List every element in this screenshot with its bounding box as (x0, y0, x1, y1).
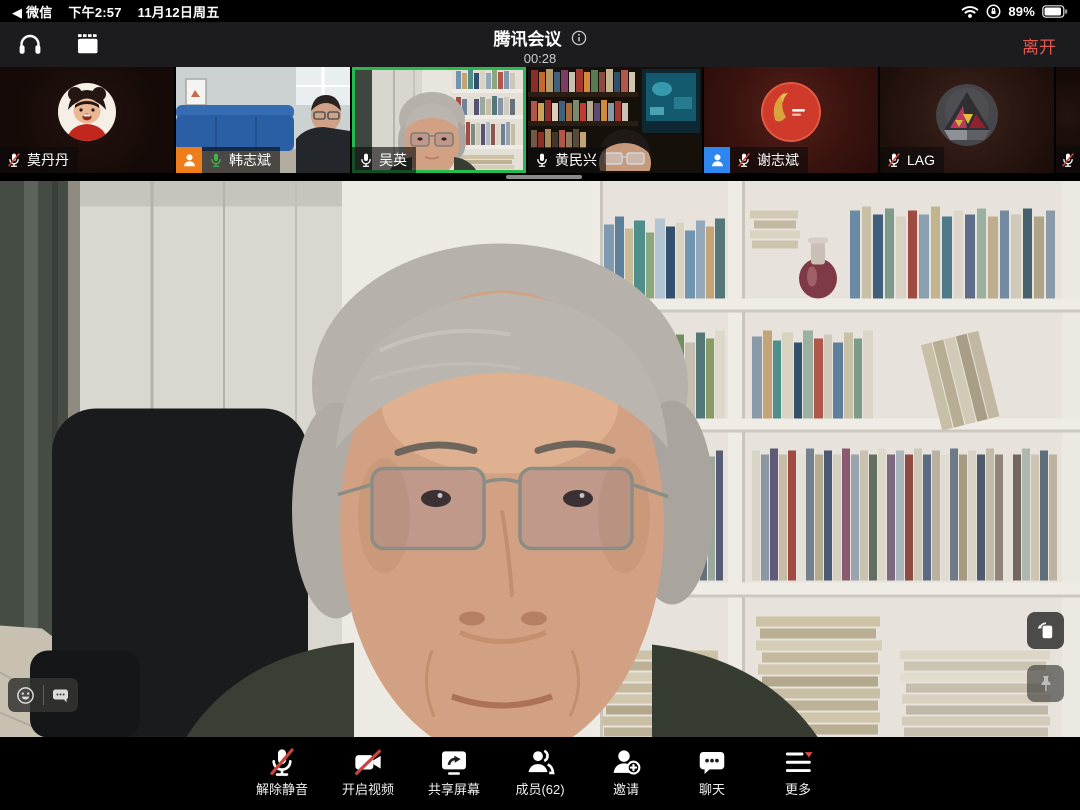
more-button[interactable]: 更多 (755, 737, 841, 797)
toolbar-item-label: 共享屏幕 (428, 783, 480, 796)
toolbar-item-label: 更多 (785, 783, 811, 796)
quick-chat-icon (51, 687, 70, 704)
avatar (936, 84, 998, 146)
girl-avatar-image (58, 83, 116, 141)
avatar (58, 83, 116, 141)
share-screen-icon (438, 745, 470, 779)
participant-tile-7[interactable] (1056, 67, 1080, 173)
participant-badge (704, 147, 730, 173)
mic-on-icon (534, 152, 550, 168)
participant-name: 黄民兴 (555, 150, 597, 170)
participant-name: 莫丹丹 (27, 150, 69, 170)
participant-name: 谢志斌 (757, 150, 799, 170)
main-video-stage[interactable] (0, 181, 1080, 737)
participant-tile-6[interactable]: LAG (880, 67, 1054, 173)
members-icon (524, 745, 556, 779)
pyramid-avatar-image (936, 84, 998, 146)
emoji-icon (16, 686, 35, 705)
share-screen-button[interactable]: 共享屏幕 (411, 737, 497, 797)
participant-name: 吴英 (379, 150, 407, 170)
pin-button[interactable] (1027, 665, 1064, 702)
meeting-title: 腾讯会议 (494, 25, 562, 50)
meeting-header: 腾讯会议 00:28 离开 (0, 22, 1080, 67)
host-badge (176, 147, 202, 173)
red-emblem-avatar-image (761, 82, 821, 142)
mic-on-icon (358, 152, 374, 168)
participant-tile-5[interactable]: 谢志斌 (704, 67, 878, 173)
rotate-screen-icon (1034, 619, 1057, 642)
toolbar-item-label: 成员(62) (515, 783, 564, 796)
participant-name: LAG (907, 152, 935, 168)
mic-muted-icon (736, 152, 752, 168)
wifi-icon (961, 5, 979, 18)
status-date: 11月12日周五 (138, 2, 220, 21)
leave-meeting-button[interactable]: 离开 (1016, 32, 1062, 59)
invite-icon (610, 745, 642, 779)
rotate-screen-button[interactable] (1027, 612, 1064, 649)
mic-muted-icon (1060, 152, 1076, 168)
unmute-button[interactable]: 解除静音 (239, 737, 325, 797)
status-bar: ◀ 微信 下午2:57 11月12日周五 89% (0, 0, 1080, 22)
info-icon[interactable] (571, 30, 587, 46)
chat-icon (696, 745, 728, 779)
toolbar-item-label: 解除静音 (256, 783, 308, 796)
avatar (761, 82, 821, 142)
participant-tile-4[interactable]: 黄民兴 (528, 67, 702, 173)
status-time: 下午2:57 (68, 2, 121, 21)
mic-on-icon (208, 152, 224, 168)
toolbar-item-label: 开启视频 (342, 783, 394, 796)
participant-tile-1[interactable]: 莫丹丹 (0, 67, 174, 173)
emoji-reaction-button[interactable] (16, 686, 35, 705)
toolbar-item-label: 邀请 (613, 783, 639, 796)
person-badge-icon (709, 152, 726, 169)
bottom-toolbar: 解除静音 开启视频 共享屏幕 成员(62 (0, 737, 1080, 810)
orientation-lock-icon (986, 4, 1001, 19)
pin-icon (1036, 674, 1056, 694)
mic-muted-icon (886, 152, 902, 168)
more-icon (782, 745, 814, 779)
participant-tile-3[interactable]: 吴英 (352, 67, 526, 173)
members-button[interactable]: 成员(62) (497, 737, 583, 797)
back-to-wechat-link[interactable]: ◀ 微信 (12, 2, 52, 21)
toolbar-item-label: 聊天 (699, 783, 725, 796)
participant-filmstrip: 莫丹丹 (0, 67, 1080, 173)
meeting-duration: 00:28 (0, 51, 1080, 66)
quick-chat-button[interactable] (51, 687, 70, 704)
participant-tile-2[interactable]: 韩志斌 (176, 67, 350, 173)
reaction-pill (8, 678, 78, 712)
speaker-video-scene (0, 181, 1080, 737)
filmstrip-scroll-indicator[interactable] (506, 175, 582, 179)
mic-muted-icon (266, 745, 298, 779)
battery-icon (1042, 5, 1068, 18)
camera-off-icon (352, 745, 384, 779)
tencent-meeting-app: ◀ 微信 下午2:57 11月12日周五 89% (0, 0, 1080, 810)
battery-percent: 89% (1008, 4, 1035, 19)
mic-muted-icon (6, 152, 22, 168)
start-video-button[interactable]: 开启视频 (325, 737, 411, 797)
chat-button[interactable]: 聊天 (669, 737, 755, 797)
participant-name: 韩志斌 (229, 150, 271, 170)
invite-button[interactable]: 邀请 (583, 737, 669, 797)
person-badge-icon (181, 152, 198, 169)
